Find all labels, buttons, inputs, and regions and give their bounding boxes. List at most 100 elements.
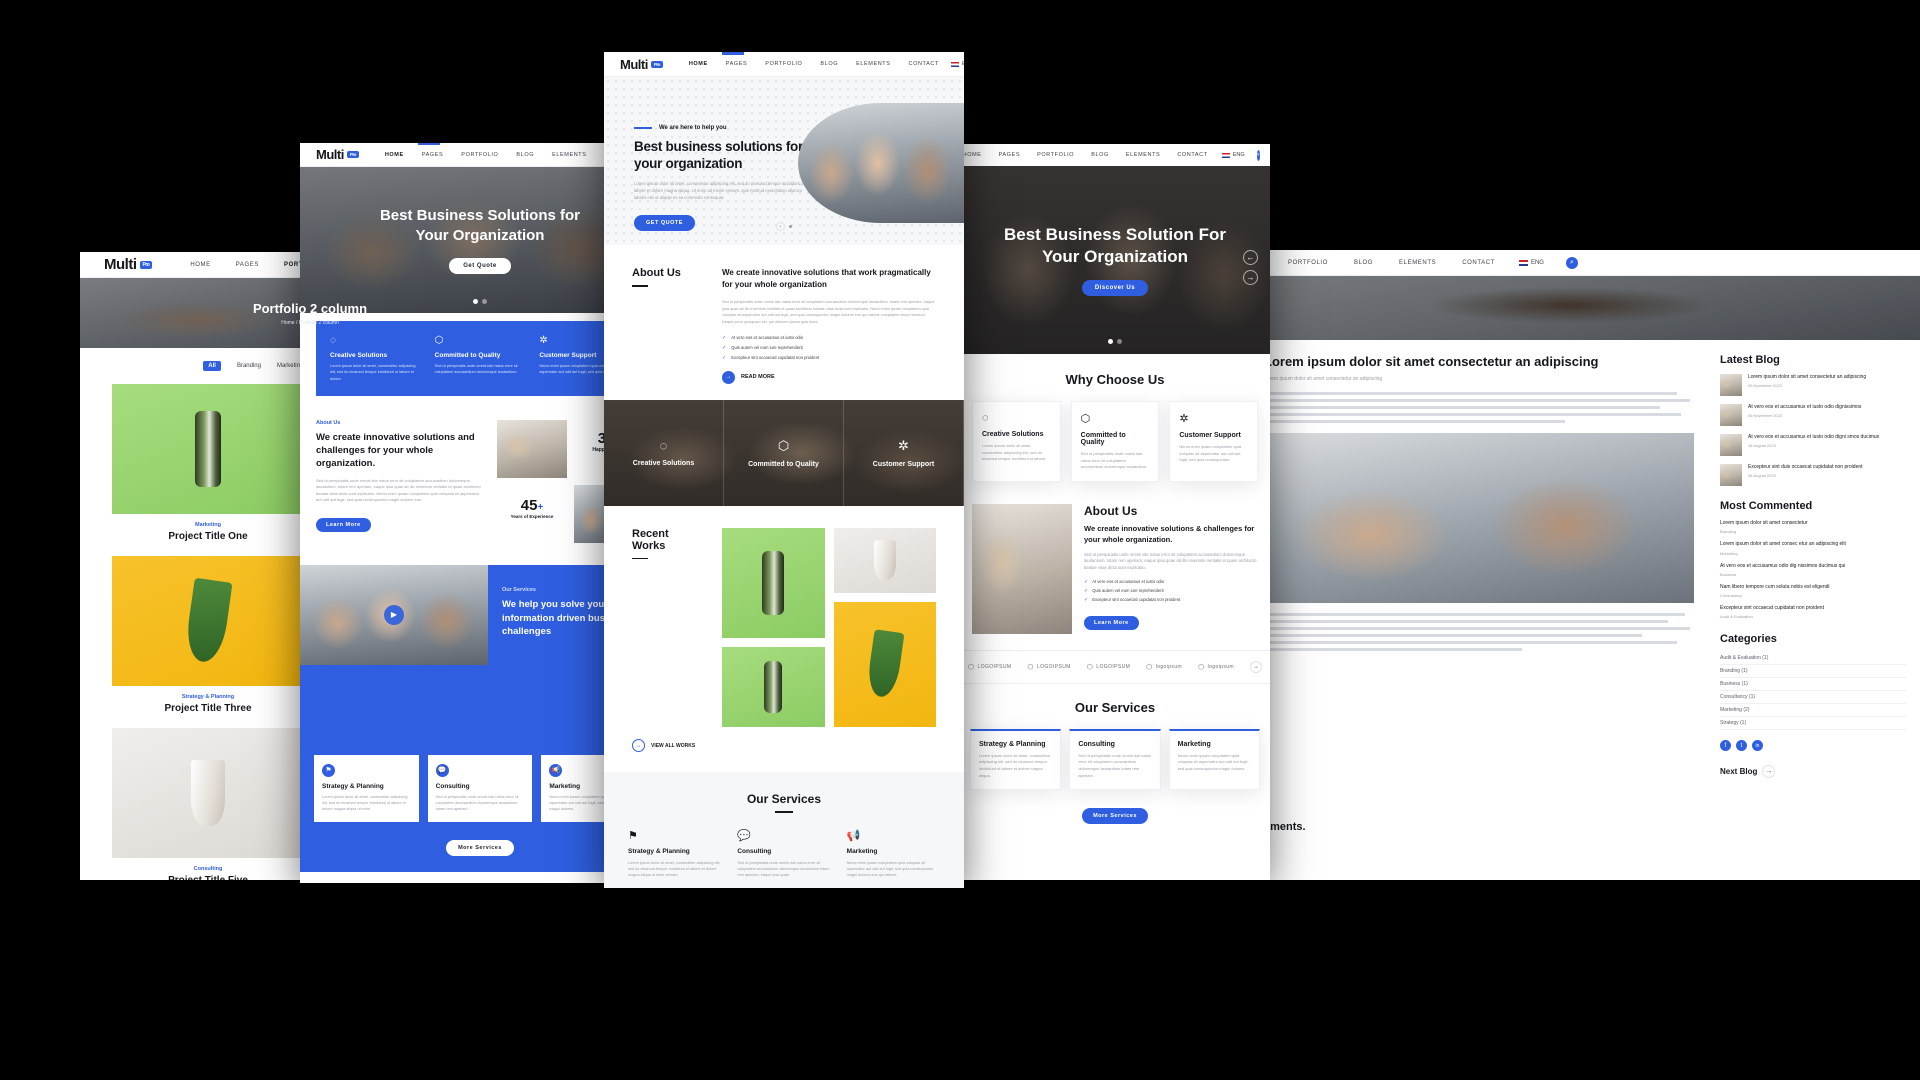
category-item[interactable]: Strategy (1) [1720, 717, 1906, 731]
service-item[interactable]: 📢 Marketing Nemo enim ipsam voluptatem qui… [847, 829, 940, 888]
more-services-button[interactable]: More Services [1082, 808, 1148, 825]
search-icon[interactable]: ⌕ [1565, 256, 1578, 269]
mid-learn-more-button[interactable]: Learn More [316, 518, 371, 533]
nav-item-home[interactable]: HOME [689, 61, 708, 67]
arrow-left-icon[interactable]: ← [1243, 250, 1258, 265]
nav-item-elements[interactable]: ELEMENTS [856, 61, 890, 67]
project-thumb[interactable] [112, 728, 304, 858]
nav-item-blog[interactable]: BLOG [516, 152, 534, 158]
read-more-icon[interactable]: → [722, 370, 735, 384]
category-item[interactable]: Audit & Evaluation (1) [1720, 652, 1906, 666]
service-card[interactable]: Strategy & Planning Lorem ipsum dolor sit… [970, 728, 1062, 791]
service-item[interactable]: ⚑ Strategy & Planning Lorem ipsum dolor si… [628, 829, 721, 888]
nav-item-portfolio[interactable]: PORTFOLIO [1288, 260, 1328, 266]
nav-item-contact[interactable]: CONTACT [1462, 260, 1495, 266]
view-all-works-button[interactable]: VIEW ALL WORKS [651, 743, 695, 749]
why-choose-card[interactable]: ◌ Creative Solutions Lorem ipsum dolor sit… [972, 401, 1061, 482]
discover-us-button[interactable]: Discover Us [1081, 280, 1149, 297]
project-title[interactable]: Project Title Three [112, 703, 304, 714]
get-quote-button[interactable]: Get Quote [449, 258, 511, 275]
feature-tile[interactable]: ◌ Creative Solutions [604, 399, 724, 506]
project-title[interactable]: Project Title One [112, 531, 304, 542]
latest-blog-list[interactable]: Lorem ipsum dolor sit amet consectetur a… [1720, 374, 1906, 486]
commented-item[interactable]: Nam libero tempore cum soluta nobis est … [1720, 584, 1906, 598]
work-thumb[interactable] [722, 646, 825, 727]
right-learn-more-button[interactable]: Learn More [1084, 615, 1139, 630]
logo[interactable]: Multi Pro [620, 57, 663, 72]
nav-item-home[interactable]: HOME [385, 152, 404, 158]
nav-item-portfolio[interactable]: PORTFOLIO [461, 152, 498, 158]
nav-item-pages[interactable]: PAGES [726, 61, 748, 67]
category-item[interactable]: Branding (1) [1720, 665, 1906, 679]
panel-blog[interactable]: PORTFOLIO BLOG ELEMENTS CONTACT ENG ⌕ Lo… [1248, 250, 1920, 880]
latest-blog-item[interactable]: Lorem ipsum dolor sit amet consectetur a… [1720, 374, 1906, 396]
project-title[interactable]: Project Title Five [112, 875, 304, 880]
commented-item[interactable]: At vero eos et accusamus odio dig nissim… [1720, 563, 1906, 577]
next-blog-label[interactable]: Next Blog [1720, 767, 1757, 776]
commented-item[interactable]: Lorem ipsum dolor sit amet consec etur a… [1720, 541, 1906, 555]
right-navbar[interactable]: HOME PAGES PORTFOLIO BLOG ELEMENTS CONTA… [960, 144, 1270, 166]
service-card[interactable]: Marketing Nemo enim ipsam voluptatem quia… [1168, 728, 1260, 791]
nav-item-pages[interactable]: PAGES [236, 262, 259, 268]
most-commented-list[interactable]: Lorem ipsum dolor sit amet consectetur Br… [1720, 520, 1906, 619]
commented-item[interactable]: Lorem ipsum dolor sit amet consectetur Br… [1720, 520, 1906, 534]
blog-navbar[interactable]: PORTFOLIO BLOG ELEMENTS CONTACT ENG ⌕ [1248, 250, 1920, 276]
slider-dot-active[interactable] [473, 299, 478, 304]
slider-dot[interactable] [789, 225, 792, 228]
nav-item-portfolio[interactable]: PORTFOLIO [1037, 152, 1074, 158]
work-thumb[interactable] [722, 527, 825, 638]
nav-item-elements[interactable]: ELEMENTS [1399, 260, 1436, 266]
portfolio-filter[interactable]: All [203, 361, 221, 371]
category-item[interactable]: Consultancy (1) [1720, 691, 1906, 705]
nav-item-blog[interactable]: BLOG [1091, 152, 1109, 158]
logo-next-icon[interactable]: → [1249, 660, 1262, 673]
arrow-right-icon[interactable]: → [1762, 765, 1776, 779]
categories-list[interactable]: Audit & Evaluation (1) Branding (1) Busine… [1720, 652, 1906, 731]
nav-item-home[interactable]: HOME [190, 262, 210, 268]
nav-item-pages[interactable]: PAGES [422, 152, 444, 158]
nav-item-elements[interactable]: ELEMENTS [552, 152, 586, 158]
latest-blog-item[interactable]: At vero eos et accusamus et iusto odio d… [1720, 404, 1906, 426]
nav-item-contact[interactable]: CONTACT [909, 61, 939, 67]
search-icon[interactable]: ⌕ [1256, 149, 1260, 161]
facebook-icon[interactable]: f [1720, 740, 1731, 752]
portfolio-filter[interactable]: Branding [237, 363, 261, 369]
play-icon[interactable]: ▶ [384, 604, 404, 625]
feature-tile[interactable]: ✲ Customer Support [844, 399, 964, 506]
service-card[interactable]: 💬 Consulting Sed ut perspiciatis unde omni… [427, 754, 533, 822]
slider-dot[interactable] [482, 299, 487, 304]
read-more-button[interactable]: READ MORE [741, 374, 775, 380]
arrow-right-icon[interactable]: → [1243, 270, 1258, 285]
why-choose-card[interactable]: ✲ Customer Support Nemo enim ipsam volupta… [1169, 401, 1259, 482]
twitter-icon[interactable]: t [1736, 740, 1747, 752]
view-all-works-icon[interactable]: → [632, 739, 645, 753]
mid-video-thumb[interactable]: ▶ [300, 564, 488, 665]
nav-item-pages[interactable]: PAGES [999, 152, 1021, 158]
nav-item-contact[interactable]: CONTACT [1177, 152, 1207, 158]
panel-right-home[interactable]: HOME PAGES PORTFOLIO BLOG ELEMENTS CONTA… [960, 144, 1270, 880]
project-thumb[interactable] [112, 556, 304, 686]
category-item[interactable]: Business (1) [1720, 678, 1906, 692]
nav-item-home[interactable]: HOME [963, 152, 982, 158]
service-item[interactable]: 💬 Consulting Sed ut perspiciatis unde omni… [737, 829, 830, 888]
center-navbar[interactable]: Multi Pro HOME PAGES PORTFOLIO BLOG ELEM… [604, 52, 964, 77]
nav-item-elements[interactable]: ELEMENTS [1126, 152, 1160, 158]
slider-dot[interactable] [1117, 339, 1122, 344]
more-services-button[interactable]: More Services [446, 839, 514, 856]
work-thumb[interactable] [833, 527, 936, 593]
logo[interactable]: Multi Pro [104, 256, 153, 273]
nav-item-portfolio[interactable]: PORTFOLIO [765, 61, 802, 67]
latest-blog-item[interactable]: At vero eos et accusamus et iusto odio d… [1720, 434, 1906, 456]
commented-item[interactable]: Excepteur sint occaecat cupidatat non pr… [1720, 605, 1906, 619]
work-thumb[interactable] [833, 601, 936, 727]
slider-dot-active[interactable] [1108, 339, 1113, 344]
nav-item-blog[interactable]: BLOG [1354, 260, 1373, 266]
project-thumb[interactable] [112, 384, 304, 514]
logo[interactable]: Multi Pro [316, 147, 359, 162]
feature-tile[interactable]: ⬡ Committed to Quality [724, 399, 844, 506]
service-card[interactable]: ⚑ Strategy & Planning Lorem ipsum dolor si… [314, 754, 419, 822]
slider-prev-icon[interactable]: ‹ [776, 222, 785, 231]
service-card[interactable]: Consulting Sed ut perspiciatis unde omnis… [1069, 728, 1161, 791]
linkedin-icon[interactable]: in [1752, 740, 1763, 752]
latest-blog-item[interactable]: Excepteur sint duis occaecat cupidatat n… [1720, 464, 1906, 486]
